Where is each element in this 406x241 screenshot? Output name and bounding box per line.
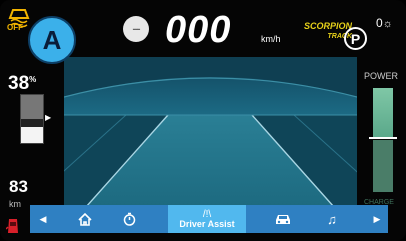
speed-limit-text: --- bbox=[132, 23, 141, 35]
battery-pointer-icon: ▶ bbox=[45, 113, 52, 122]
road-scene bbox=[64, 57, 357, 207]
battery-gauge-fill bbox=[21, 126, 43, 143]
power-gauge-lower bbox=[373, 140, 393, 192]
battery-soc-value: 38 bbox=[8, 73, 30, 94]
esc-off-label: OFF bbox=[7, 23, 23, 32]
speed-unit: km/h bbox=[261, 34, 281, 44]
range-value: 83 bbox=[9, 177, 28, 196]
park-icon: P bbox=[344, 27, 367, 50]
door-open-warning-icon bbox=[6, 219, 18, 233]
speed-limit-icon: --- bbox=[123, 16, 149, 42]
timer-icon bbox=[123, 212, 135, 226]
power-zero-line bbox=[369, 137, 397, 139]
nav-vehicle[interactable] bbox=[270, 205, 296, 233]
battery-soc: 38% bbox=[8, 73, 36, 95]
instrument-cluster: OFF --- 000 km/h SCORPION TRACK P 0☼ A 3… bbox=[0, 0, 406, 241]
battery-soc-unit: % bbox=[29, 75, 37, 84]
headlight-count: 0 bbox=[376, 16, 383, 30]
battery-gauge-upper bbox=[21, 95, 43, 119]
power-title: POWER bbox=[364, 71, 399, 81]
drive-mode-name: SCORPION bbox=[304, 21, 353, 31]
nav-home[interactable] bbox=[74, 205, 96, 233]
nav-timer[interactable] bbox=[118, 205, 140, 233]
chevron-right-icon[interactable]: ▶ bbox=[370, 205, 384, 233]
nav-music[interactable]: ♫ bbox=[320, 205, 344, 233]
chevron-left-icon[interactable]: ◀ bbox=[36, 205, 50, 233]
nav-driver-assist-label: Driver Assist bbox=[179, 219, 235, 229]
headlight-icon: 0☼ bbox=[376, 16, 393, 30]
gear-indicator: P bbox=[350, 30, 361, 47]
range-unit: km bbox=[9, 199, 21, 209]
power-gauge-upper bbox=[373, 88, 393, 138]
driver-assist-view bbox=[64, 57, 357, 207]
power-gauge bbox=[369, 88, 397, 192]
car-icon bbox=[276, 214, 290, 224]
nav-driver-assist[interactable]: /!\ Driver Assist bbox=[168, 205, 246, 233]
battery-gauge bbox=[20, 94, 44, 144]
home-icon bbox=[78, 212, 92, 226]
bottom-nav: ◀ /!\ Driver Assist ♫ ▶ bbox=[30, 205, 388, 233]
music-icon: ♫ bbox=[327, 211, 337, 227]
speed-readout: 000 bbox=[165, 9, 232, 51]
callout-marker: A bbox=[28, 16, 76, 64]
